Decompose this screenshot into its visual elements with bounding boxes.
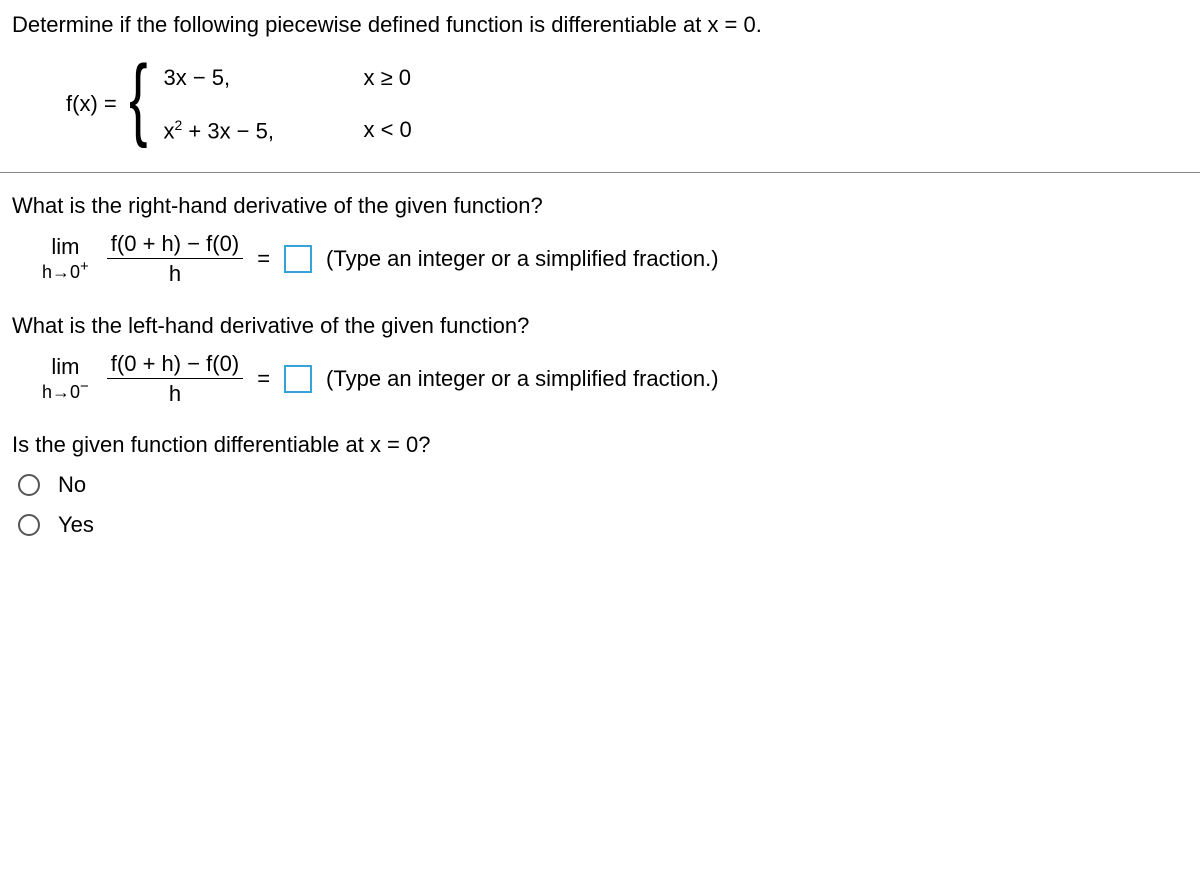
left-derivative-expression: lim h→0− f(0 + h) − f(0) h = (Type an in… [42, 351, 1188, 407]
lim-sub-left: h→0− [42, 379, 89, 403]
lim-sub-right: h→0+ [42, 259, 89, 283]
left-derivative-input[interactable] [284, 365, 312, 393]
radio-group: No Yes [18, 472, 1188, 538]
case-2-base: x [163, 118, 174, 143]
frac-num: f(0 + h) − f(0) [107, 351, 243, 378]
radio-circle-yes[interactable] [18, 514, 40, 536]
case-1-cond: x ≥ 0 [363, 65, 411, 91]
case-2-cond: x < 0 [363, 117, 411, 144]
differentiable-prompt: Is the given function differentiable at … [12, 432, 1188, 458]
difference-quotient-right: f(0 + h) − f(0) h [107, 231, 243, 287]
right-derivative-input[interactable] [284, 245, 312, 273]
limit-left: lim h→0− [42, 355, 89, 403]
right-derivative-prompt: What is the right-hand derivative of the… [12, 193, 1188, 219]
frac-den: h [107, 258, 243, 286]
case-1: 3x − 5, x ≥ 0 [163, 65, 411, 91]
frac-den: h [107, 378, 243, 406]
difference-quotient-left: f(0 + h) − f(0) h [107, 351, 243, 407]
lim-sub-prefix: h→0 [42, 382, 80, 402]
lim-sub-minus: − [80, 378, 89, 395]
piecewise-cases: 3x − 5, x ≥ 0 x2 + 3x − 5, x < 0 [163, 65, 411, 144]
lim-sub-prefix: h→0 [42, 262, 80, 282]
equals-sign: = [257, 246, 270, 272]
left-brace: { [129, 71, 147, 126]
lim-word: lim [51, 355, 79, 379]
piecewise-function: f(x) = { 3x − 5, x ≥ 0 x2 + 3x − 5, x < … [66, 65, 1188, 144]
radio-label-no: No [58, 472, 86, 498]
radio-circle-no[interactable] [18, 474, 40, 496]
limit-right: lim h→0+ [42, 235, 89, 283]
case-2: x2 + 3x − 5, x < 0 [163, 117, 411, 144]
lim-sub-plus: + [80, 258, 89, 275]
radio-label-yes: Yes [58, 512, 94, 538]
case-2-rest: + 3x − 5, [182, 118, 274, 143]
case-1-expr: 3x − 5, [163, 65, 363, 91]
frac-num: f(0 + h) − f(0) [107, 231, 243, 258]
left-derivative-prompt: What is the left-hand derivative of the … [12, 313, 1188, 339]
equals-sign: = [257, 366, 270, 392]
question-statement: Determine if the following piecewise def… [12, 10, 1188, 41]
radio-option-yes[interactable]: Yes [18, 512, 1188, 538]
fx-label: f(x) = [66, 91, 117, 117]
right-derivative-hint: (Type an integer or a simplified fractio… [326, 246, 719, 272]
left-derivative-hint: (Type an integer or a simplified fractio… [326, 366, 719, 392]
lim-word: lim [51, 235, 79, 259]
divider [0, 172, 1200, 173]
case-2-expr: x2 + 3x − 5, [163, 117, 363, 144]
right-derivative-expression: lim h→0+ f(0 + h) − f(0) h = (Type an in… [42, 231, 1188, 287]
radio-option-no[interactable]: No [18, 472, 1188, 498]
